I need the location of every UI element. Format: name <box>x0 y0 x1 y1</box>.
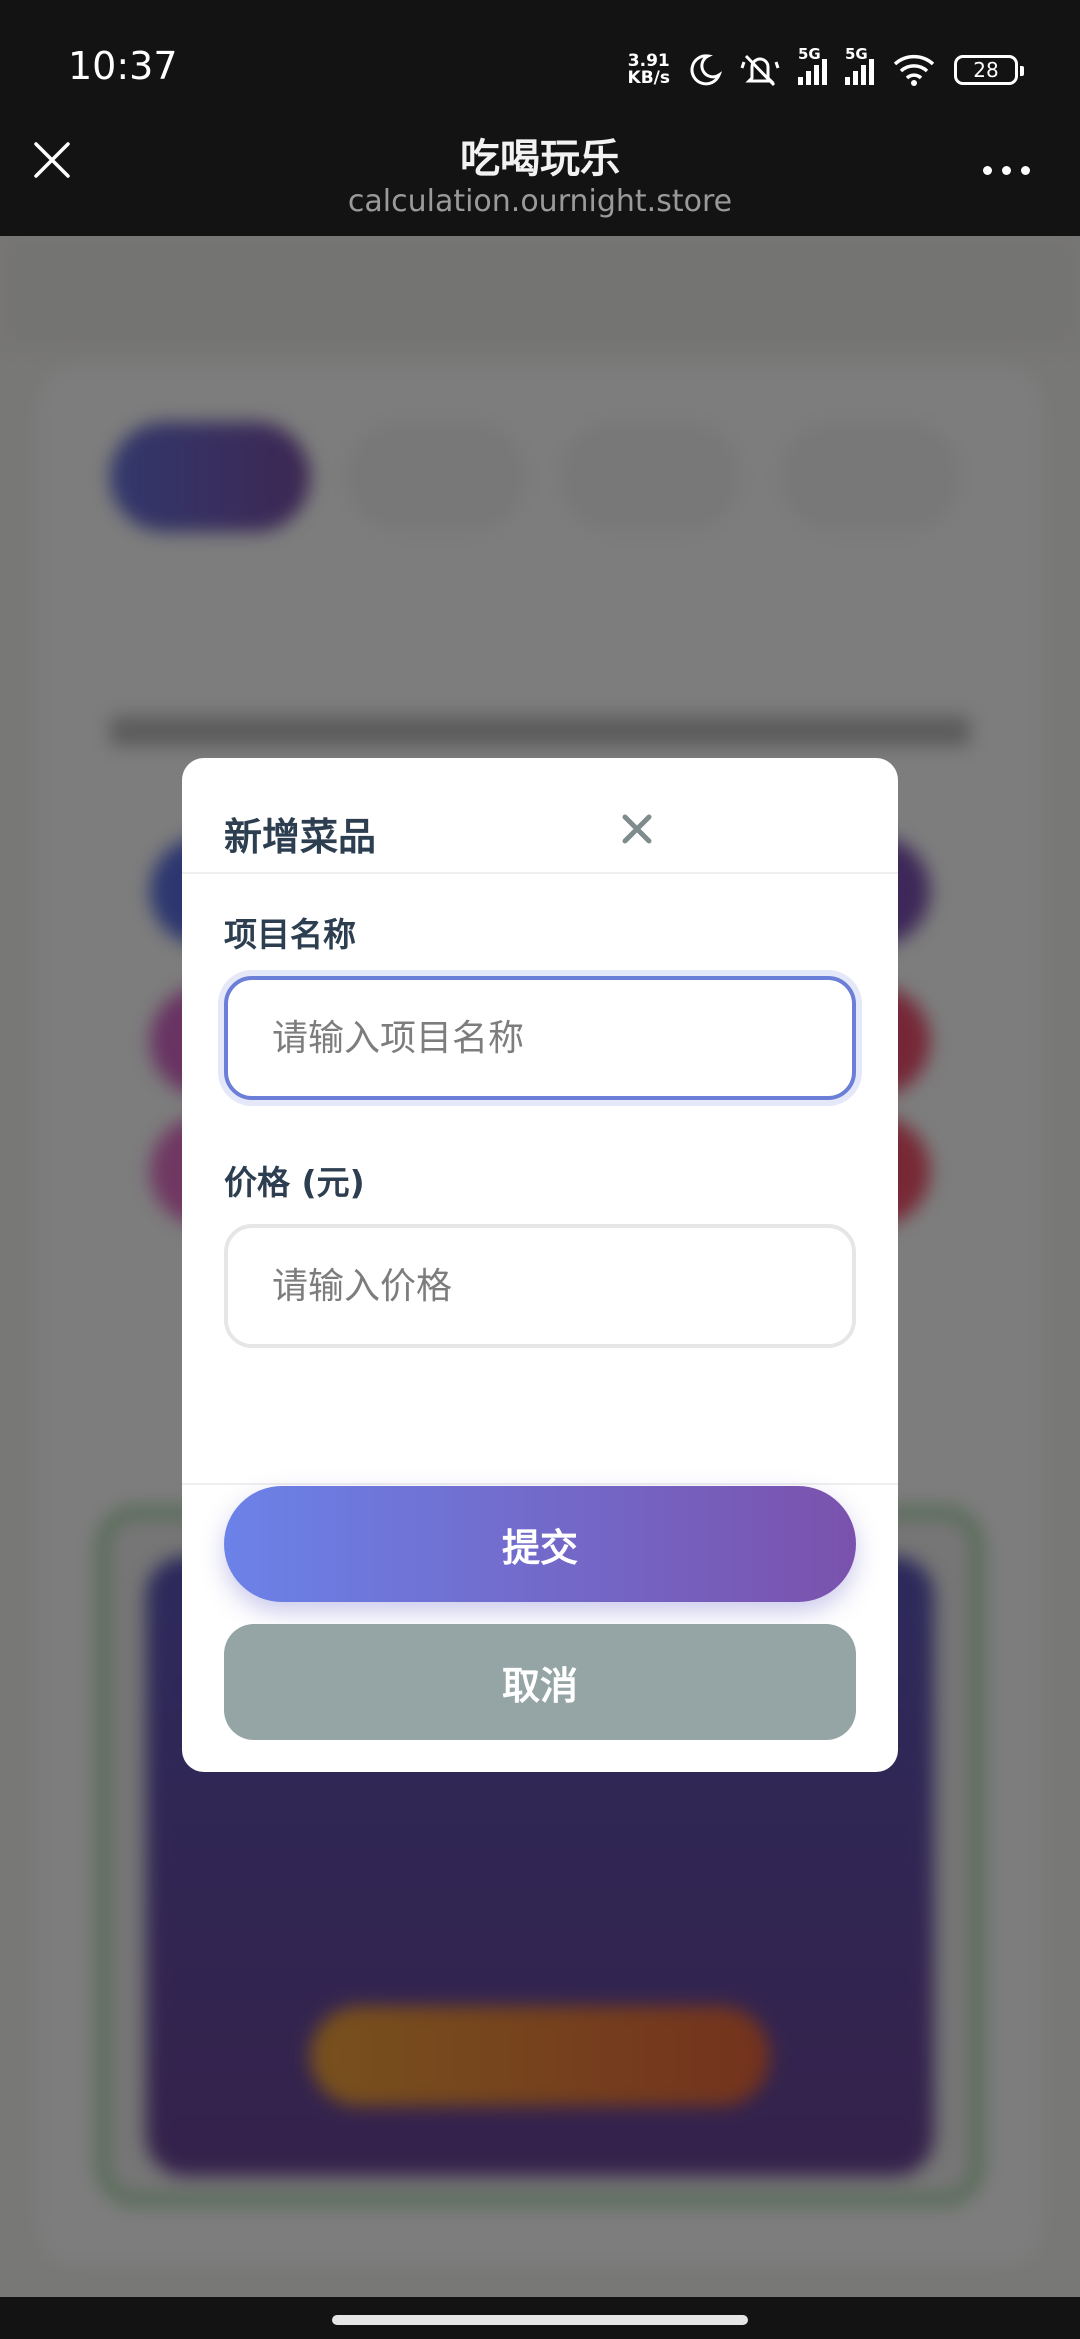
signal-icon: 5G <box>798 45 827 85</box>
submit-button[interactable]: 提交 <box>224 1486 856 1602</box>
signal-icon: 5G <box>845 45 874 85</box>
status-bar: 10:37 3.91 KB/s 5G 5G 28 <box>0 0 1080 140</box>
browser-header: 吃喝玩乐 calculation.ournight.store <box>0 136 1080 236</box>
page-url: calculation.ournight.store <box>347 184 733 219</box>
modal-close-button[interactable] <box>602 794 672 864</box>
navigation-bar <box>0 2297 1080 2339</box>
signal-tag: 5G <box>798 45 821 63</box>
item-name-input[interactable] <box>224 976 856 1100</box>
price-label: 价格 (元) <box>224 1163 365 1202</box>
wifi-icon <box>893 54 935 86</box>
modal-title: 新增菜品 <box>224 815 377 859</box>
footer-divider <box>182 1483 898 1485</box>
close-icon <box>622 814 652 844</box>
cancel-button[interactable]: 取消 <box>224 1624 856 1740</box>
signal-tag: 5G <box>845 45 868 63</box>
network-speed-unit: KB/s <box>627 68 670 88</box>
mute-icon <box>740 54 780 87</box>
status-time: 10:37 <box>68 44 178 88</box>
moon-icon <box>690 54 722 86</box>
price-input[interactable] <box>224 1224 856 1348</box>
battery-level: 28 <box>973 58 999 82</box>
home-indicator[interactable] <box>332 2315 748 2325</box>
add-dish-modal: 新增菜品 项目名称 价格 (元) 提交 取消 <box>182 758 898 1772</box>
network-speed: 3.91 KB/s <box>628 53 670 87</box>
modal-header: 新增菜品 <box>182 758 898 874</box>
name-label: 项目名称 <box>224 915 356 954</box>
page-title: 吃喝玩乐 <box>460 136 620 182</box>
battery-icon: 28 <box>954 55 1024 85</box>
more-icon[interactable] <box>983 166 1030 175</box>
status-icons: 3.91 KB/s 5G 5G 28 <box>628 45 1024 92</box>
